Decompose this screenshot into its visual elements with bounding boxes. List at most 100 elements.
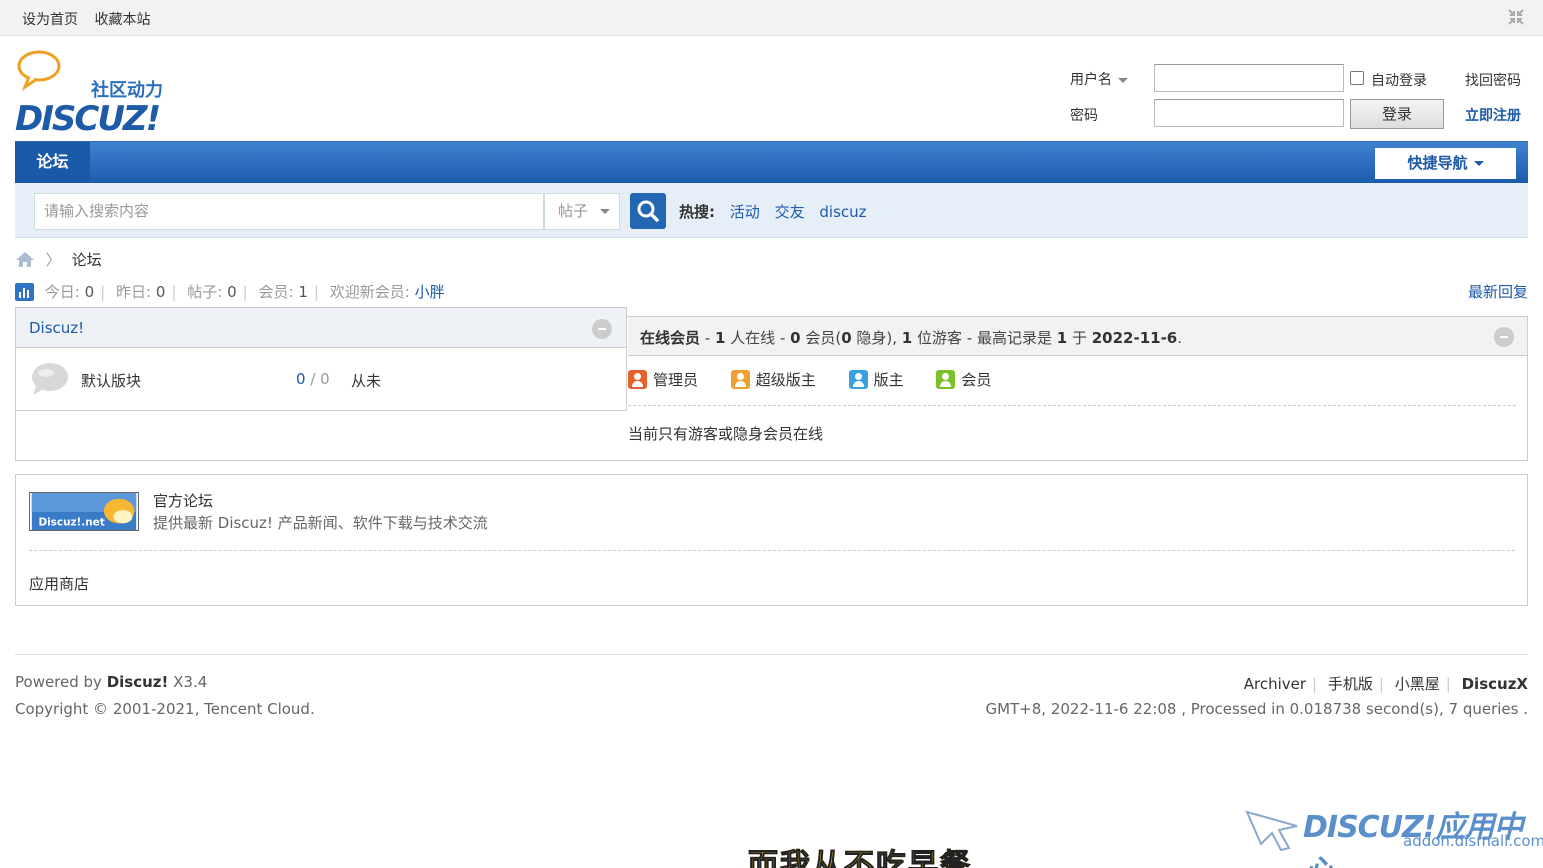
online-members-count: 0 (790, 329, 801, 347)
breadcrumb-current[interactable]: 论坛 (72, 251, 102, 269)
forum-name-link[interactable]: 默认版块 (81, 370, 141, 391)
legend-mod: 版主 (848, 369, 904, 390)
online-summary: 在线会员 - 1 人在线 - 0 会员(0 隐身), 1 位游客 - 最高记录是… (640, 327, 1182, 348)
watermark-url: addon.dismall.com (1403, 832, 1543, 850)
posts-count: 0 (227, 283, 237, 301)
auto-login-checkbox[interactable] (1350, 71, 1364, 85)
password-label: 密码 (1070, 108, 1098, 124)
online-text-7: . (1177, 329, 1183, 347)
powered-by-text: Powered by (15, 673, 107, 691)
official-forum-link[interactable]: 官方论坛 (153, 490, 213, 511)
banner-text: Discuz!.net (38, 516, 104, 528)
hot-term-discuz[interactable]: discuz (819, 203, 866, 221)
yesterday-label: 昨日: (116, 283, 152, 301)
member-user-icon (936, 370, 956, 389)
top-links: 设为首页 收藏本站 (22, 9, 162, 29)
search-type-select[interactable]: 帖子 (544, 193, 620, 230)
footer-links: Archiver | 手机版 | 小黑屋 | DiscuzX (1243, 675, 1528, 693)
forum-post-count: 0 (320, 370, 330, 388)
online-empty-message: 当前只有游客或隐身会员在线 (628, 425, 824, 443)
chevron-down-icon (1473, 161, 1484, 166)
version-text: X3.4 (168, 673, 208, 691)
discuzx-link[interactable]: DiscuzX (1462, 675, 1528, 693)
legend-super-mod: 超级版主 (730, 369, 816, 390)
hot-term-activity[interactable]: 活动 (730, 203, 760, 221)
login-button[interactable]: 登录 (1350, 99, 1444, 129)
online-text-6: 于 (1067, 329, 1092, 347)
online-record: 1 (1056, 329, 1068, 347)
welcome-label: 欢迎新会员: (329, 283, 410, 301)
search-bar: 请输入搜索内容 帖子 热搜: 活动 交友 discuz (15, 183, 1528, 238)
discuz-logo[interactable]: 社区动力 DISCUZ! (15, 50, 185, 134)
today-count: 0 (84, 283, 95, 301)
legend-mod-label: 版主 (873, 371, 904, 389)
online-header: 在线会员 - 1 人在线 - 0 会员(0 隐身), 1 位游客 - 最高记录是… (628, 317, 1527, 356)
login-form: 用户名 自动登录 找回密码 密码 登录 立即注册 (1070, 60, 1540, 140)
online-text-2: 人在线 - (725, 329, 791, 347)
breadcrumb-separator: 〉 (45, 251, 61, 269)
forum-dropdown-panel: Discuz! 默认版块 0 / 0 从未 (15, 307, 627, 411)
yesterday-count: 0 (155, 283, 166, 301)
quick-nav-button[interactable]: 快捷导航 (1375, 148, 1516, 179)
legend-admin-label: 管理员 (653, 371, 699, 389)
online-text-3: 会员( (800, 329, 842, 347)
search-type-label: 帖子 (558, 202, 589, 220)
bookmark-link[interactable]: 收藏本站 (94, 12, 150, 28)
cursor-arrow-icon (1245, 810, 1298, 852)
forum-counts: 0 / 0 (296, 370, 330, 388)
online-count: 1 (714, 329, 726, 347)
top-bar: 设为首页 收藏本站 (0, 0, 1543, 36)
online-text-1: - (700, 329, 715, 347)
moderator-user-icon (848, 370, 868, 389)
friend-links-box: Discuz!.net 官方论坛 提供最新 Discuz! 产品新闻、软件下载与… (15, 474, 1528, 606)
hot-search: 热搜: 活动 交友 discuz (679, 201, 877, 222)
chevron-down-icon (1118, 77, 1128, 83)
register-link[interactable]: 立即注册 (1465, 105, 1521, 125)
app-store-link[interactable]: 应用商店 (29, 573, 89, 594)
nav-tab-forum[interactable]: 论坛 (15, 142, 90, 184)
collapse-category-icon[interactable] (592, 319, 612, 339)
password-input[interactable] (1154, 99, 1344, 127)
forgot-password-link[interactable]: 找回密码 (1465, 70, 1521, 90)
blacklist-link[interactable]: 小黑屋 (1395, 675, 1440, 693)
search-input[interactable]: 请输入搜索内容 (34, 193, 544, 230)
legend-admin: 管理员 (628, 369, 698, 390)
members-count: 1 (298, 283, 308, 301)
online-title[interactable]: 在线会员 (640, 329, 700, 347)
mobile-link[interactable]: 手机版 (1328, 675, 1373, 693)
powered-by: Powered by Discuz! X3.4 (15, 673, 207, 691)
discuz-net-banner[interactable]: Discuz!.net (29, 492, 139, 531)
latest-replies-link[interactable]: 最新回复 (1468, 281, 1528, 302)
home-icon[interactable] (15, 251, 35, 268)
forum-category-title[interactable]: Discuz! (29, 319, 84, 337)
logo-brand: DISCUZ! (15, 99, 160, 134)
collapse-icon[interactable] (1507, 8, 1525, 26)
online-guests-count: 1 (901, 329, 913, 347)
legend-member: 会员 (936, 369, 991, 390)
members-label: 会员: (258, 283, 294, 301)
forum-thread-count: 0 (296, 370, 306, 388)
forum-last-post: 从未 (351, 372, 382, 390)
newest-member-link[interactable]: 小胖 (415, 283, 445, 301)
search-button[interactable] (630, 193, 666, 229)
collapse-online-icon[interactable] (1494, 327, 1514, 347)
username-label[interactable]: 用户名 (1070, 69, 1128, 89)
username-input[interactable] (1154, 64, 1344, 92)
set-home-link[interactable]: 设为首页 (22, 12, 78, 28)
main-nav: 论坛 快捷导航 (15, 141, 1528, 184)
forum-bubble-icon (32, 363, 68, 395)
stats-chart-icon (15, 283, 34, 301)
hot-term-dating[interactable]: 交友 (775, 203, 805, 221)
quick-nav-label: 快捷导航 (1407, 154, 1468, 172)
chevron-down-icon (600, 209, 611, 214)
product-link[interactable]: Discuz! (107, 673, 169, 691)
username-label-text: 用户名 (1070, 72, 1112, 88)
legend-super-mod-label: 超级版主 (755, 371, 816, 389)
online-text-5: 位游客 - 最高记录是 (912, 329, 1057, 347)
auto-login-label[interactable]: 自动登录 (1371, 70, 1427, 90)
copyright: Copyright © 2001-2021, Tencent Cloud. (15, 700, 315, 718)
today-label: 今日: (44, 283, 80, 301)
forum-panel-header: Discuz! (16, 308, 626, 348)
archiver-link[interactable]: Archiver (1244, 675, 1306, 693)
divider (29, 550, 1515, 551)
